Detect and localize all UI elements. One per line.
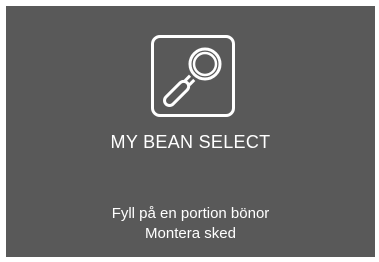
screen-title: MY BEAN SELECT xyxy=(110,132,271,152)
instruction-text: Fyll på en portion bönor Montera sked xyxy=(6,204,375,244)
icon-frame xyxy=(151,35,235,117)
instruction-line-2: Montera sked xyxy=(145,225,236,242)
spoon-icon xyxy=(163,47,222,107)
instruction-line-1: Fyll på en portion bönor xyxy=(111,205,270,222)
display-screen: MY BEAN SELECT Fyll på en portion bönor … xyxy=(6,6,375,257)
